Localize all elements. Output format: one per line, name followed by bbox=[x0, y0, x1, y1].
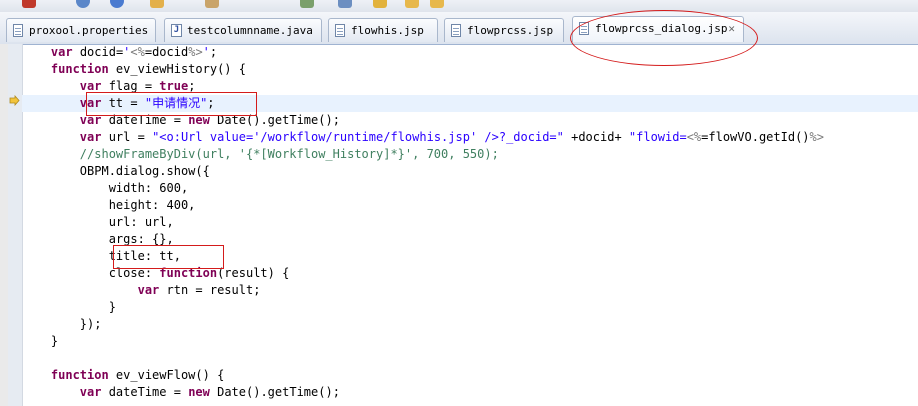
code-line: var url = "<o:Url value='/workflow/runti… bbox=[79, 130, 824, 144]
tab-flowprcss-jsp[interactable]: flowprcss.jsp bbox=[444, 18, 564, 42]
edit-icon[interactable] bbox=[205, 0, 219, 8]
tab-proxool-properties[interactable]: proxool.properties bbox=[6, 18, 156, 42]
tab-label: testcolumnname.java bbox=[187, 24, 313, 37]
debug-icon[interactable] bbox=[22, 0, 36, 8]
properties-file-icon bbox=[13, 24, 23, 37]
code-line: args: {}, bbox=[108, 232, 174, 246]
code-line: height: 400, bbox=[108, 198, 196, 212]
editor-tab-bar: proxool.properties J testcolumnname.java… bbox=[0, 12, 918, 45]
code-line-current: var tt = "申请情况"; bbox=[22, 95, 918, 112]
back-arrow-icon[interactable] bbox=[405, 0, 419, 8]
search-icon[interactable] bbox=[300, 0, 314, 8]
server-icon[interactable] bbox=[110, 0, 124, 8]
code-line: function ev_viewFlow() { bbox=[50, 368, 225, 382]
java-file-icon: J bbox=[171, 24, 182, 37]
code-line: var dateTime = new Date().getTime(); bbox=[79, 385, 340, 399]
code-line: } bbox=[50, 334, 59, 348]
run-icon[interactable] bbox=[338, 0, 352, 8]
code-line: url: url, bbox=[108, 215, 174, 229]
annotation-icon[interactable] bbox=[373, 0, 387, 8]
overview-ruler bbox=[0, 44, 8, 406]
current-line-arrow-icon bbox=[9, 95, 20, 106]
code-line: var flag = true; bbox=[79, 79, 196, 93]
jsp-file-icon bbox=[335, 24, 345, 37]
code-line: title: tt, bbox=[108, 249, 181, 263]
main-toolbar bbox=[0, 0, 918, 12]
code-line: //showFrameByDiv(url, '{*[Workflow_Histo… bbox=[79, 147, 499, 161]
code-line: var docid='<%=docid%>'; bbox=[50, 45, 218, 59]
code-line: OBPM.dialog.show({ bbox=[79, 164, 210, 178]
forward-arrow-icon[interactable] bbox=[430, 0, 444, 8]
tab-label: flowprcss.jsp bbox=[467, 24, 554, 37]
code-line: } bbox=[108, 300, 116, 314]
open-folder-icon[interactable] bbox=[150, 0, 164, 8]
tab-flowhis-jsp[interactable]: flowhis.jsp bbox=[328, 18, 438, 42]
tab-label: flowprcss_dialog.jsp bbox=[595, 22, 728, 35]
globe-icon[interactable] bbox=[76, 0, 90, 8]
code-line: width: 600, bbox=[108, 181, 189, 195]
jsp-file-icon bbox=[579, 22, 589, 35]
close-icon[interactable]: ✕ bbox=[728, 22, 735, 35]
tab-flowprcss-dialog-jsp[interactable]: flowprcss_dialog.jsp ✕ bbox=[572, 16, 744, 42]
code-line: }); bbox=[79, 317, 102, 331]
tab-label: flowhis.jsp bbox=[351, 24, 424, 37]
code-editor[interactable]: var docid='<%=docid%>'; function ev_view… bbox=[22, 44, 918, 406]
code-line: close: function(result) { bbox=[108, 266, 290, 280]
code-line: var rtn = result; bbox=[137, 283, 261, 297]
code-line: function ev_viewHistory() { bbox=[50, 62, 246, 76]
tab-testcolumnname-java[interactable]: J testcolumnname.java bbox=[164, 18, 322, 42]
tab-label: proxool.properties bbox=[29, 24, 149, 37]
jsp-file-icon bbox=[451, 24, 461, 37]
code-line: var dateTime = new Date().getTime(); bbox=[79, 113, 340, 127]
